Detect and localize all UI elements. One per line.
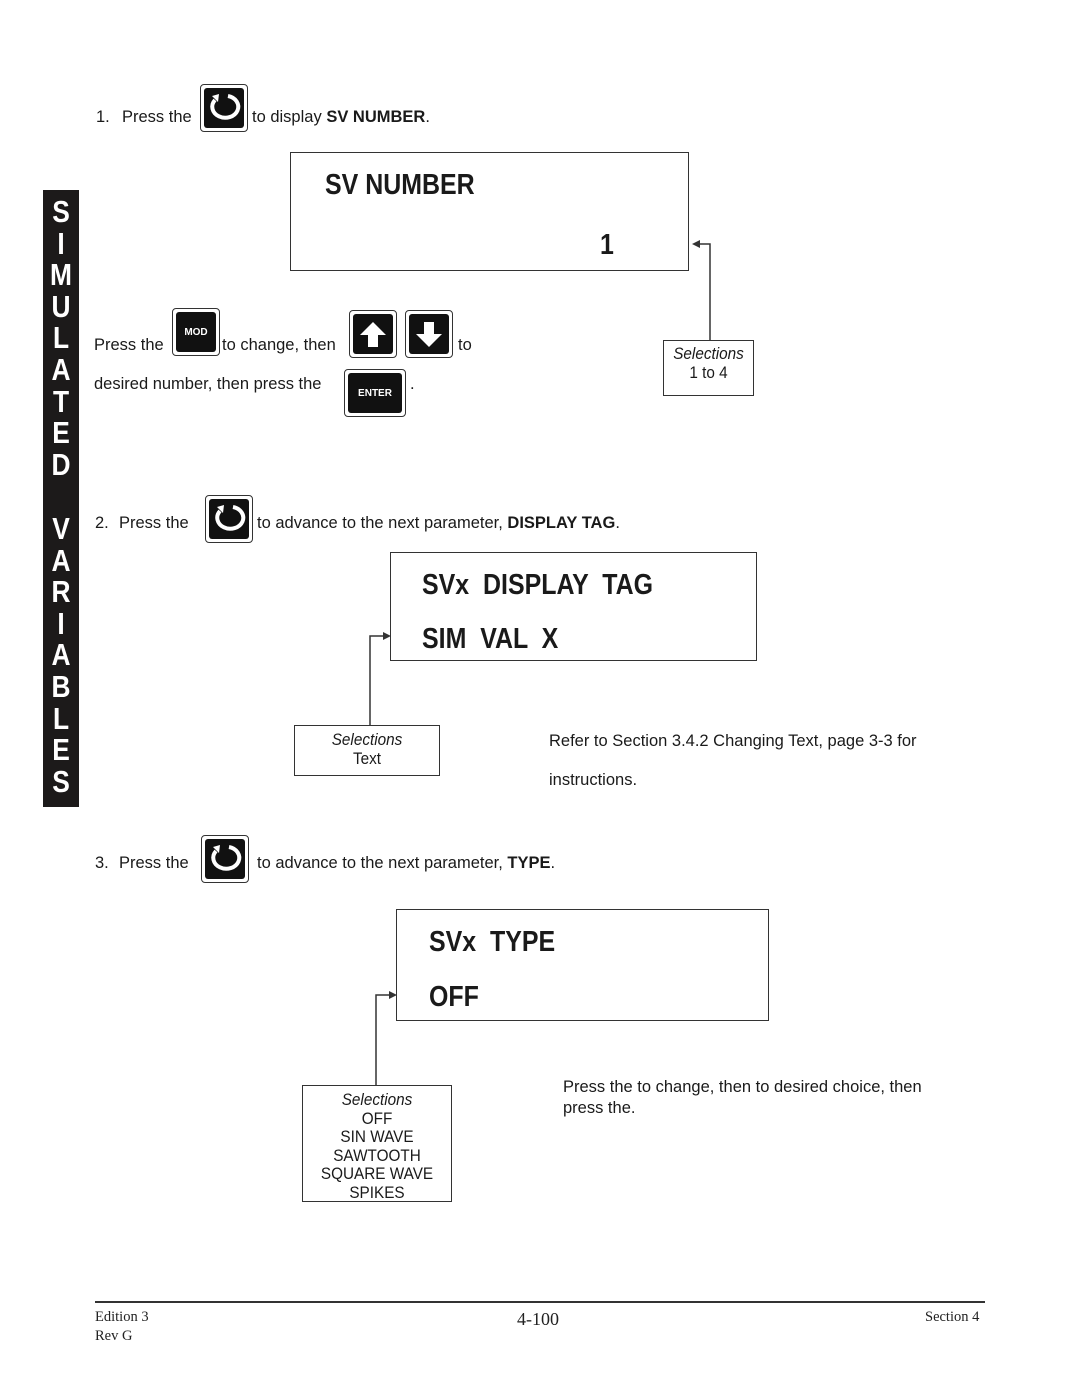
scroll-key-button[interactable] <box>201 835 249 883</box>
display-value: 1 <box>600 229 614 261</box>
footer-section: Section 4 <box>925 1309 980 1325</box>
selections-header: Selections <box>341 1090 413 1109</box>
side-tab-letter: L <box>52 320 70 356</box>
connector-arrow <box>375 991 397 1085</box>
param-name: TYPE <box>507 854 551 872</box>
side-tab-letter: R <box>51 574 71 610</box>
step2-press-the: Press the <box>119 514 189 532</box>
selection-option: SIN WAVE <box>340 1127 414 1146</box>
side-tab-letter: L <box>52 700 70 736</box>
step3-instruction: to advance to the next parameter, TYPE. <box>257 854 556 872</box>
param-name: SV NUMBER <box>326 108 426 126</box>
scroll-key-button[interactable] <box>205 495 253 543</box>
selection-option: SQUARE WAVE <box>320 1164 434 1183</box>
selection-option: Text <box>352 748 382 768</box>
scroll-key-button[interactable] <box>200 84 248 132</box>
step2-number: 2. <box>95 514 109 532</box>
instruction-period: . <box>410 375 415 393</box>
side-tab-letter: S <box>52 194 70 229</box>
side-tab-letter: M <box>50 257 72 293</box>
selection-option: 1 to 4 <box>689 362 728 382</box>
side-tab-letter: E <box>52 415 70 451</box>
footer-revision: Rev G <box>95 1328 133 1344</box>
note-line1: Refer to Section 3.4.2 Changing Text, pa… <box>549 732 917 750</box>
side-tab-letter: I <box>57 605 65 641</box>
mod-key-button[interactable]: MOD <box>172 308 220 356</box>
display-sv-number: SV NUMBER 1 <box>290 152 689 271</box>
selection-option: SPIKES <box>349 1182 405 1202</box>
footer-divider <box>95 1301 985 1303</box>
selections-box: Selections 1 to 4 <box>663 340 754 396</box>
instruction-to-change: to change, then <box>222 336 336 354</box>
page-number: 4-100 <box>517 1309 559 1329</box>
step1-instruction: to display SV NUMBER. <box>252 108 430 126</box>
step3-press-the: Press the <box>119 854 189 872</box>
step1-press-the: Press the <box>122 108 192 126</box>
param-name: DISPLAY TAG <box>507 514 616 532</box>
selections-box: Selections OFF SIN WAVE SAWTOOTH SQUARE WAVE… <box>302 1085 452 1202</box>
section-side-tab: SIMULATEDVARIABLES <box>43 190 79 807</box>
side-tab-letter: S <box>52 763 70 799</box>
selection-option: OFF <box>361 1108 393 1128</box>
scroll-cycle-icon <box>211 845 242 871</box>
display-line1: SV NUMBER <box>325 169 475 201</box>
side-tab-letter: T <box>52 383 70 419</box>
display-display-tag: SVx DISPLAY TAG SIM VAL X <box>390 552 757 661</box>
arrow-down-icon <box>416 322 442 347</box>
side-tab-letter: A <box>51 542 71 578</box>
connector-arrow <box>692 240 711 344</box>
note-line1: Press the to change, then to desired cho… <box>563 1078 922 1096</box>
side-tab-letter: D <box>51 446 71 482</box>
side-tab-letter: V <box>52 511 70 546</box>
instruction-press-the: Press the <box>94 336 164 354</box>
note-line2: instructions. <box>549 771 638 789</box>
instruction-to: to <box>458 336 472 354</box>
down-key-button[interactable] <box>405 310 453 358</box>
enter-key-label: ENTER <box>348 373 402 413</box>
side-tab-letter: E <box>52 732 70 768</box>
arrow-up-icon <box>360 322 386 347</box>
step2-instruction: to advance to the next parameter, DISPLA… <box>257 514 620 532</box>
mod-key-label: MOD <box>176 312 216 352</box>
step3-number: 3. <box>95 854 109 872</box>
side-tab-letter: A <box>51 352 71 387</box>
selections-box: Selections Text <box>294 725 440 776</box>
side-tab-letter: U <box>51 288 71 324</box>
connector-arrow <box>369 632 391 726</box>
side-tab-letter: I <box>57 225 65 261</box>
display-line2: SIM VAL X <box>422 623 559 655</box>
scroll-cycle-icon <box>210 94 241 120</box>
instruction-desired: desired number, then press the <box>94 375 322 393</box>
up-key-button[interactable] <box>349 310 397 358</box>
note-line2: press the. <box>563 1099 636 1117</box>
scroll-cycle-icon <box>215 505 246 531</box>
selections-header: Selections <box>673 344 744 363</box>
side-tab-letter: B <box>51 669 71 704</box>
display-line2: OFF <box>429 981 479 1013</box>
step1-number: 1. <box>96 108 110 126</box>
selections-header: Selections <box>331 730 403 749</box>
display-line1: SVx DISPLAY TAG <box>422 569 654 601</box>
display-type: SVx TYPE OFF <box>396 909 769 1021</box>
footer-edition: Edition 3 <box>95 1309 149 1325</box>
enter-key-button[interactable]: ENTER <box>344 369 406 417</box>
side-tab-letter: A <box>51 637 71 673</box>
display-line1: SVx TYPE <box>429 926 556 958</box>
selection-option: SAWTOOTH <box>333 1145 421 1165</box>
